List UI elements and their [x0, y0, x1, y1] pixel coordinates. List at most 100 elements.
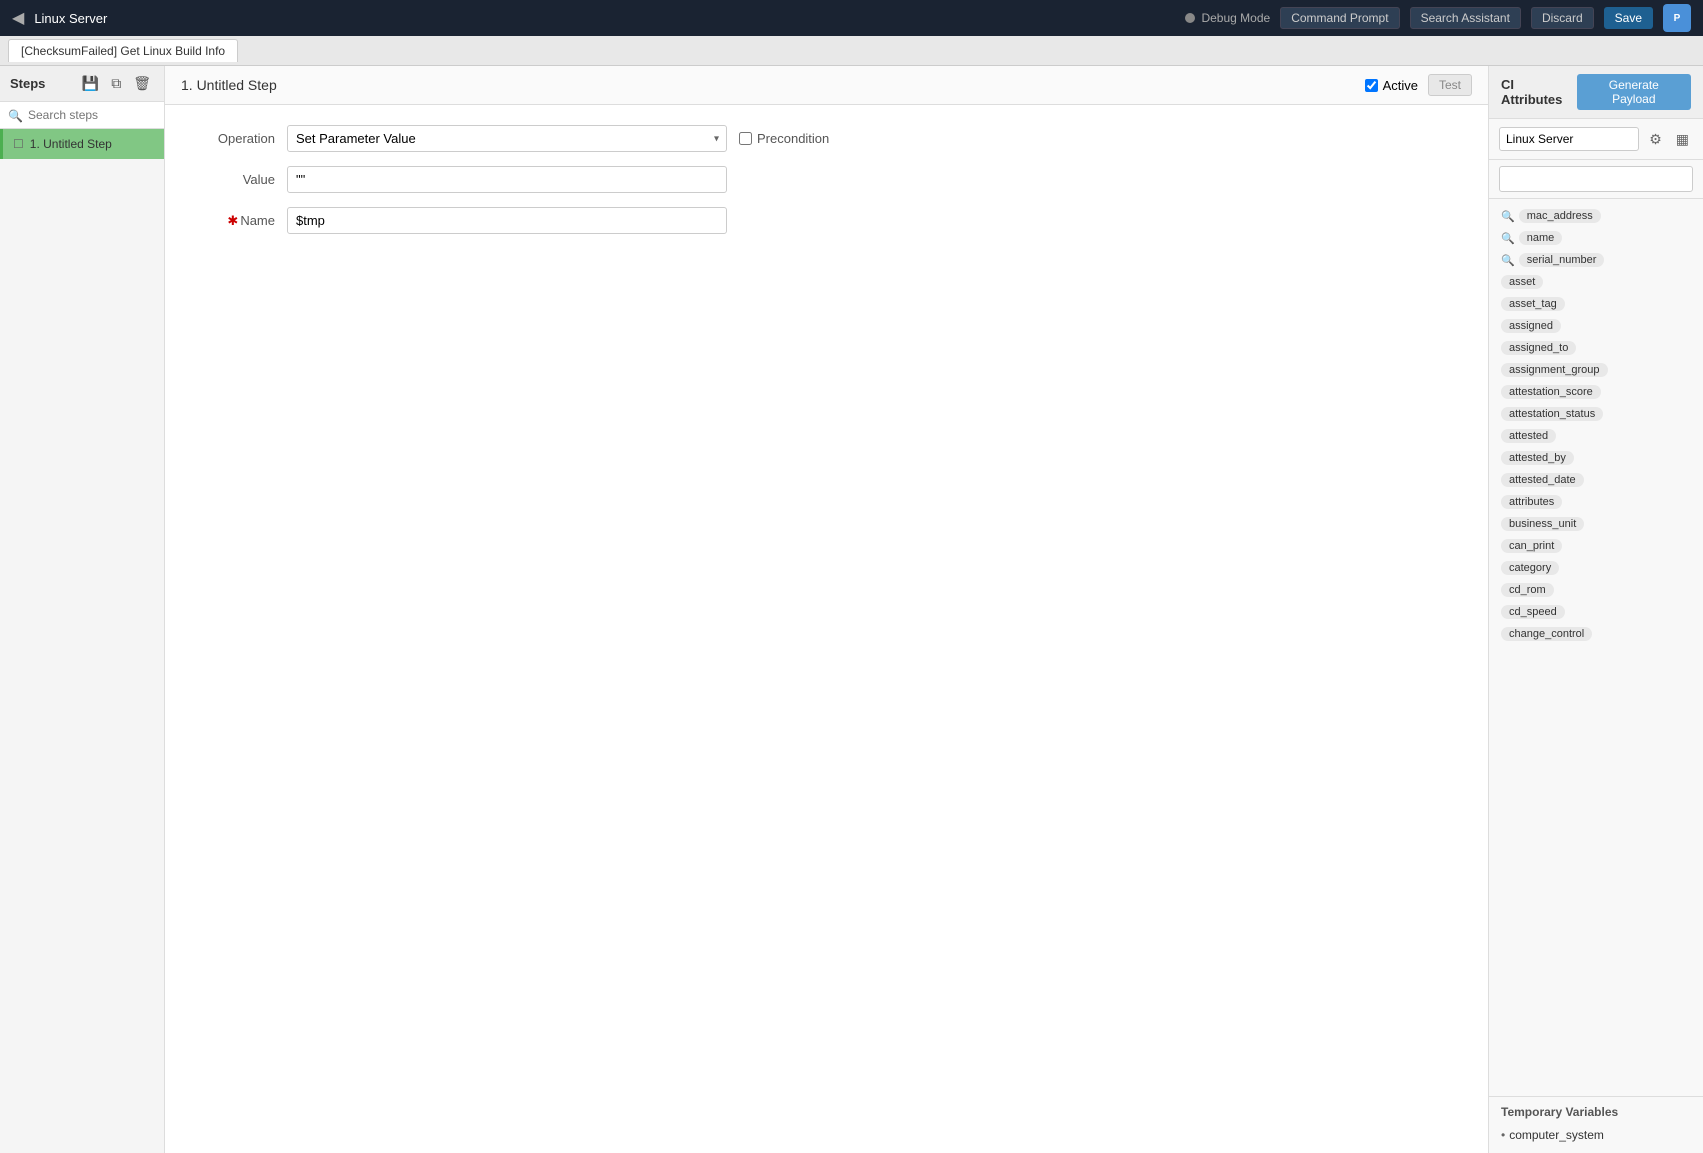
- search-mini-icon: 🔍: [1501, 210, 1515, 223]
- temp-var-bullet: •: [1501, 1128, 1505, 1142]
- attr-label: mac_address: [1519, 209, 1601, 223]
- debug-mode-indicator: Debug Mode: [1185, 11, 1270, 25]
- ci-attr-item[interactable]: attested_by: [1489, 447, 1703, 469]
- attr-label: can_print: [1501, 539, 1562, 553]
- duplicate-steps-icon[interactable]: ⧉: [108, 74, 124, 93]
- attr-label: attested_by: [1501, 451, 1574, 465]
- right-panel: CI Attributes Generate Payload Linux Ser…: [1488, 66, 1703, 1153]
- main-layout: Steps 💾 ⧉ 🗑 🔍 ☐ 1. Untitled Step 1. Unti…: [0, 66, 1703, 1153]
- delete-steps-icon[interactable]: 🗑: [130, 74, 154, 93]
- ci-attr-item[interactable]: attested: [1489, 425, 1703, 447]
- ci-attr-item[interactable]: assignment_group: [1489, 359, 1703, 381]
- discard-button[interactable]: Discard: [1531, 7, 1594, 29]
- search-mini-icon: 🔍: [1501, 232, 1515, 245]
- ci-search-input[interactable]: [1499, 166, 1693, 192]
- ci-attr-item[interactable]: attestation_score: [1489, 381, 1703, 403]
- temp-var-item: • computer_system: [1501, 1125, 1691, 1145]
- steps-label: Steps: [10, 76, 45, 91]
- steps-icons: 💾 ⧉ 🗑: [79, 74, 154, 93]
- ci-attr-item[interactable]: cd_speed: [1489, 601, 1703, 623]
- precondition-label[interactable]: Precondition: [739, 131, 829, 146]
- attr-label: cd_rom: [1501, 583, 1554, 597]
- name-input[interactable]: [287, 207, 727, 234]
- attr-label: category: [1501, 561, 1559, 575]
- ci-dropdown-row: Linux Server ⚙ ▦: [1489, 119, 1703, 160]
- ci-grid-icon-btn[interactable]: ▦: [1672, 129, 1693, 150]
- attr-label: assigned: [1501, 319, 1561, 333]
- search-icon: 🔍: [8, 109, 23, 123]
- ci-attr-item[interactable]: cd_rom: [1489, 579, 1703, 601]
- ci-attr-item[interactable]: asset: [1489, 271, 1703, 293]
- logo: P: [1663, 4, 1691, 32]
- operation-label: Operation: [195, 131, 275, 146]
- step-item-1[interactable]: ☐ 1. Untitled Step: [0, 129, 164, 159]
- test-button[interactable]: Test: [1428, 74, 1472, 96]
- attr-label: attestation_status: [1501, 407, 1603, 421]
- app-title: Linux Server: [34, 11, 1175, 26]
- ci-attr-item[interactable]: 🔍 mac_address: [1489, 205, 1703, 227]
- search-steps-input[interactable]: [0, 102, 164, 129]
- ci-settings-icon-btn[interactable]: ⚙: [1645, 129, 1666, 150]
- attr-label: name: [1519, 231, 1563, 245]
- tab-checksumfailed[interactable]: [ChecksumFailed] Get Linux Build Info: [8, 39, 238, 62]
- ci-attr-item[interactable]: business_unit: [1489, 513, 1703, 535]
- ci-attr-item[interactable]: 🔍 name: [1489, 227, 1703, 249]
- center-content: 1. Untitled Step Active Test Operation S…: [165, 66, 1488, 1153]
- name-row: ✱Name: [195, 207, 1458, 234]
- value-label: Value: [195, 172, 275, 187]
- attr-label: change_control: [1501, 627, 1592, 641]
- attr-label: attested: [1501, 429, 1556, 443]
- generate-payload-button[interactable]: Generate Payload: [1577, 74, 1691, 110]
- ci-attr-item[interactable]: attestation_status: [1489, 403, 1703, 425]
- step-item-label: 1. Untitled Step: [30, 137, 112, 151]
- value-row: Value: [195, 166, 1458, 193]
- temp-vars-list: • computer_system: [1501, 1125, 1691, 1145]
- save-steps-icon[interactable]: 💾: [79, 74, 102, 93]
- temp-vars-section: Temporary Variables •computer_system: [1489, 1096, 1703, 1153]
- tab-bar: [ChecksumFailed] Get Linux Build Info: [0, 36, 1703, 66]
- precondition-checkbox[interactable]: [739, 132, 752, 145]
- save-button[interactable]: Save: [1604, 7, 1653, 29]
- ci-attr-item[interactable]: assigned_to: [1489, 337, 1703, 359]
- debug-dot: [1185, 13, 1195, 23]
- active-checkbox-input[interactable]: [1365, 79, 1378, 92]
- attr-label: asset: [1501, 275, 1543, 289]
- left-sidebar: Steps 💾 ⧉ 🗑 🔍 ☐ 1. Untitled Step: [0, 66, 165, 1153]
- attr-label: serial_number: [1519, 253, 1605, 267]
- attr-label: business_unit: [1501, 517, 1584, 531]
- ci-attr-item[interactable]: change_control: [1489, 623, 1703, 645]
- name-label: ✱Name: [195, 213, 275, 229]
- search-assistant-button[interactable]: Search Assistant: [1410, 7, 1521, 29]
- ci-attr-item[interactable]: attested_date: [1489, 469, 1703, 491]
- temp-var-label: computer_system: [1509, 1128, 1604, 1142]
- step-item-icon: ☐: [13, 137, 24, 151]
- search-steps-wrapper: 🔍: [0, 102, 164, 129]
- ci-attributes-list: 🔍 mac_address 🔍 name 🔍 serial_numberasset asse…: [1489, 199, 1703, 1096]
- ci-attr-item[interactable]: category: [1489, 557, 1703, 579]
- step-title: 1. Untitled Step: [181, 77, 1355, 93]
- search-mini-icon: 🔍: [1501, 254, 1515, 267]
- ci-attr-item[interactable]: assigned: [1489, 315, 1703, 337]
- ci-attributes-header: CI Attributes Generate Payload: [1489, 66, 1703, 119]
- command-prompt-button[interactable]: Command Prompt: [1280, 7, 1399, 29]
- ci-attr-item[interactable]: asset_tag: [1489, 293, 1703, 315]
- operation-select[interactable]: Set Parameter Value Get Parameter Value …: [287, 125, 727, 152]
- attr-label: asset_tag: [1501, 297, 1565, 311]
- ci-attr-item[interactable]: can_print: [1489, 535, 1703, 557]
- attr-label: attributes: [1501, 495, 1562, 509]
- attr-label: assignment_group: [1501, 363, 1608, 377]
- ci-attr-item[interactable]: 🔍 serial_number: [1489, 249, 1703, 271]
- ci-class-dropdown[interactable]: Linux Server: [1499, 127, 1639, 151]
- active-checkbox-label[interactable]: Active: [1365, 78, 1418, 93]
- precondition-text: Precondition: [757, 131, 829, 146]
- attr-label: attestation_score: [1501, 385, 1601, 399]
- top-bar: ◀ Linux Server Debug Mode Command Prompt…: [0, 0, 1703, 36]
- attr-label: cd_speed: [1501, 605, 1565, 619]
- operation-row: Operation Set Parameter Value Get Parame…: [195, 125, 1458, 152]
- steps-header: Steps 💾 ⧉ 🗑: [0, 66, 164, 102]
- ci-attr-item[interactable]: attributes: [1489, 491, 1703, 513]
- back-button[interactable]: ◀: [12, 8, 24, 28]
- step-header: 1. Untitled Step Active Test: [165, 66, 1488, 105]
- value-input[interactable]: [287, 166, 727, 193]
- attr-label: assigned_to: [1501, 341, 1576, 355]
